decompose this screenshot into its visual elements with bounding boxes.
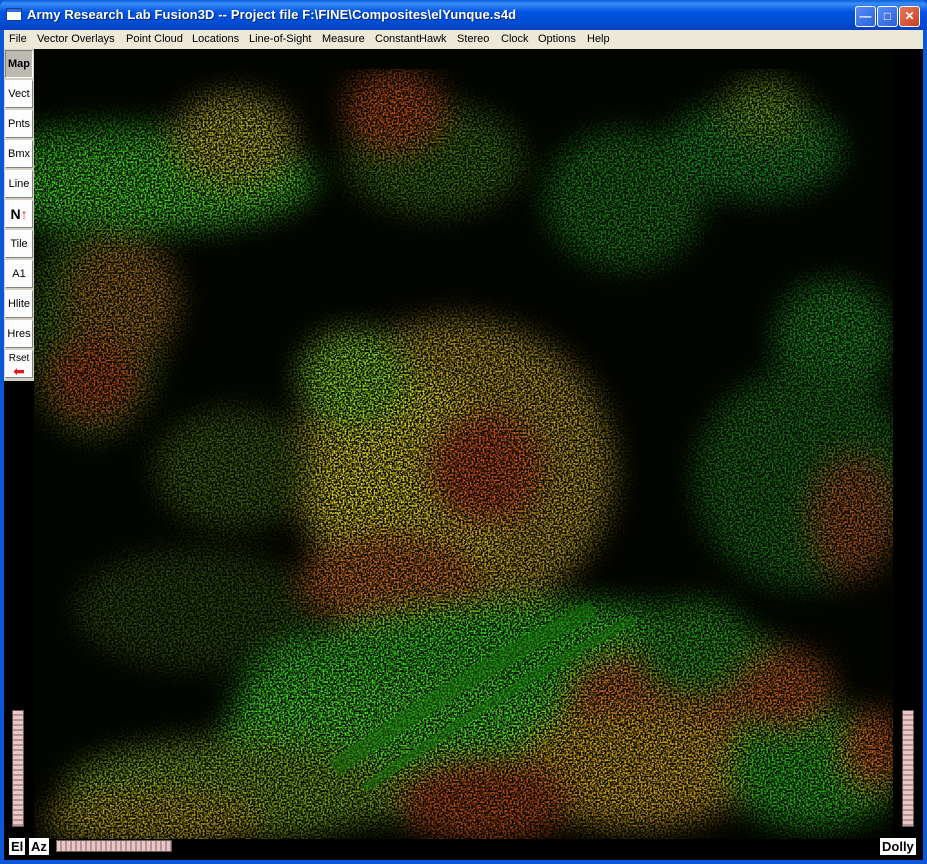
app-icon[interactable] <box>6 8 22 21</box>
minimize-button[interactable]: — <box>855 6 876 27</box>
elevation-label[interactable]: El <box>9 838 26 855</box>
menu-options[interactable]: Options <box>538 33 576 45</box>
menu-measure[interactable]: Measure <box>322 33 365 45</box>
north-up-button[interactable]: N↑ <box>5 200 33 228</box>
menu-point-cloud[interactable]: Point Cloud <box>126 33 183 45</box>
menu-line-of-sight[interactable]: Line-of-Sight <box>249 33 311 45</box>
dolly-label[interactable]: Dolly <box>880 838 916 855</box>
hlite-button[interactable]: Hlite <box>5 290 33 318</box>
vect-button[interactable]: Vect <box>5 80 33 108</box>
azimuth-slider[interactable] <box>56 840 172 852</box>
menu-bar: File Vector Overlays Point Cloud Locatio… <box>4 30 923 49</box>
side-toolbar: Map Vect Pnts Bmx Line N↑ Tile A1 Hlite … <box>4 49 34 381</box>
point-cloud-view[interactable] <box>34 49 893 839</box>
window-title: Army Research Lab Fusion3D -- Project fi… <box>27 7 517 22</box>
menu-file[interactable]: File <box>9 33 27 45</box>
title-bar[interactable]: Army Research Lab Fusion3D -- Project fi… <box>0 0 927 30</box>
north-arrow-icon: ↑ <box>20 206 28 222</box>
rset-button[interactable]: Rset ⬅ <box>5 350 33 378</box>
menu-help[interactable]: Help <box>587 33 610 45</box>
menu-constanthawk[interactable]: ConstantHawk <box>375 33 447 45</box>
dolly-slider[interactable] <box>902 710 914 827</box>
close-button[interactable]: ✕ <box>899 6 920 27</box>
elevation-slider[interactable] <box>12 710 24 827</box>
hres-button[interactable]: Hres <box>5 320 33 348</box>
tile-button[interactable]: Tile <box>5 230 33 258</box>
map-button[interactable]: Map <box>5 50 33 78</box>
pnts-button[interactable]: Pnts <box>5 110 33 138</box>
menu-vector-overlays[interactable]: Vector Overlays <box>37 33 115 45</box>
menu-locations[interactable]: Locations <box>192 33 239 45</box>
client-area: File Vector Overlays Point Cloud Locatio… <box>4 30 923 860</box>
maximize-button[interactable]: □ <box>877 6 898 27</box>
north-label: N <box>10 206 21 222</box>
app-window: Army Research Lab Fusion3D -- Project fi… <box>0 0 927 864</box>
line-button[interactable]: Line <box>5 170 33 198</box>
point-cloud-render <box>34 69 893 839</box>
menu-stereo[interactable]: Stereo <box>457 33 489 45</box>
menu-clock[interactable]: Clock <box>501 33 529 45</box>
a1-button[interactable]: A1 <box>5 260 33 288</box>
azimuth-label[interactable]: Az <box>29 838 49 855</box>
bmx-button[interactable]: Bmx <box>5 140 33 168</box>
reset-arrow-icon: ⬅ <box>13 363 25 379</box>
